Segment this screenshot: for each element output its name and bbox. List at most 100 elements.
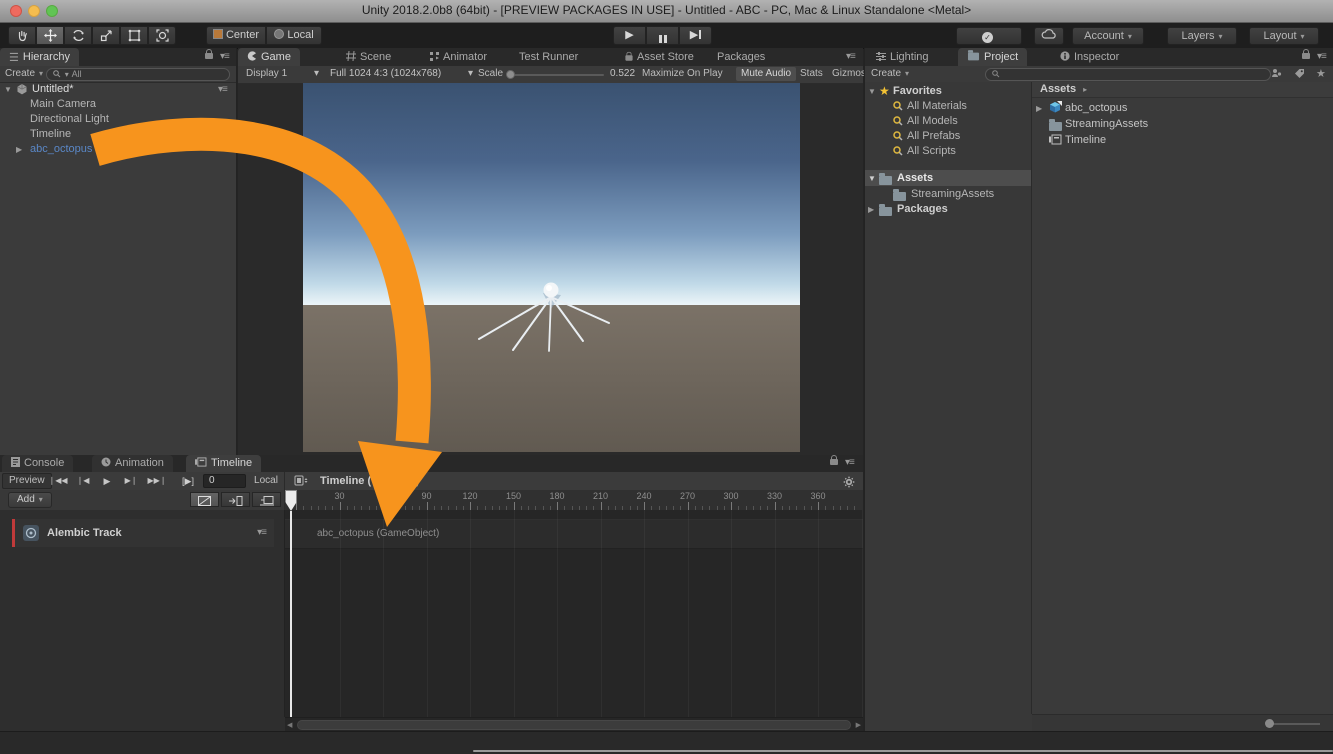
preview-toggle-button[interactable]: Preview	[2, 473, 52, 489]
scene-disclosure-icon[interactable]: ▼	[4, 82, 12, 97]
file-abc-octopus[interactable]: ▶ abc_octopus	[1032, 100, 1333, 116]
project-menu-icon[interactable]: ▾≡	[1317, 51, 1326, 62]
assets-disclosure-icon[interactable]: ▼	[868, 171, 876, 187]
tab-lighting[interactable]: Lighting	[867, 48, 938, 66]
pause-button[interactable]	[646, 26, 679, 45]
replace-mode-button[interactable]	[252, 492, 281, 507]
add-track-button[interactable]: Add▾	[8, 492, 52, 508]
ripple-mode-button[interactable]	[221, 492, 250, 507]
favorite-all-materials[interactable]: All Materials	[865, 99, 1031, 114]
tab-animation[interactable]: Animation	[92, 455, 173, 472]
favorite-all-scripts[interactable]: All Scripts	[865, 144, 1031, 159]
goto-start-button[interactable]: ❘◀◀	[46, 472, 70, 490]
transform-tool-button[interactable]	[148, 26, 176, 45]
layout-dropdown[interactable]: Layout▾	[1249, 27, 1319, 45]
favorite-all-models[interactable]: All Models	[865, 114, 1031, 129]
packages-disclosure-icon[interactable]: ▶	[868, 202, 874, 217]
frame-field[interactable]: 0	[203, 474, 246, 488]
hierarchy-item-main-camera[interactable]: Main Camera	[0, 97, 236, 112]
hand-tool-button[interactable]	[8, 26, 36, 45]
scale-slider-knob[interactable]	[506, 70, 515, 79]
stats-button[interactable]: Stats	[800, 68, 823, 80]
tab-project[interactable]: Project	[958, 48, 1027, 66]
abc-octopus-disclosure-icon[interactable]: ▶	[16, 142, 22, 157]
file-disclosure-icon[interactable]: ▶	[1036, 101, 1042, 117]
favorite-all-prefabs[interactable]: All Prefabs	[865, 129, 1031, 144]
timeline-lane-area[interactable]: abc_octopus (GameObject)	[285, 510, 863, 717]
hierarchy-item-abc-octopus[interactable]: ▶ abc_octopus	[0, 142, 236, 157]
mute-audio-button[interactable]: Mute Audio	[736, 67, 796, 81]
thumbnail-slider-track[interactable]	[1268, 723, 1320, 725]
file-streaming-assets[interactable]: StreamingAssets	[1032, 116, 1333, 132]
maximize-on-play-button[interactable]: Maximize On Play	[642, 68, 723, 80]
rect-tool-button[interactable]	[120, 26, 148, 45]
project-search-input[interactable]	[985, 68, 1271, 81]
game-menu-icon[interactable]: ▾≡	[846, 51, 855, 62]
search-by-label-icon[interactable]	[1294, 68, 1305, 80]
tab-timeline[interactable]: Timeline	[186, 455, 261, 472]
timeline-lock-icon[interactable]	[830, 457, 838, 468]
mix-mode-button[interactable]	[190, 492, 219, 507]
timeline-ruler[interactable]: 306090120150180210240270300330360	[285, 490, 863, 511]
account-dropdown[interactable]: Account▾	[1072, 27, 1144, 45]
play-button[interactable]: ▶	[613, 26, 646, 45]
tab-asset-store[interactable]: Asset Store	[616, 48, 703, 66]
pivot-center-button[interactable]: Center	[206, 26, 266, 45]
timeline-selector-icon[interactable]	[290, 472, 312, 490]
tree-streaming-assets-row[interactable]: StreamingAssets	[865, 187, 1031, 202]
hierarchy-item-directional-light[interactable]: Directional Light	[0, 112, 236, 127]
ref-mode-dropdown[interactable]: Local	[248, 472, 284, 490]
tree-packages-row[interactable]: ▶ Packages	[865, 202, 1031, 217]
goto-end-button[interactable]: ▶▶❘	[144, 472, 170, 490]
next-frame-button[interactable]: ▶❘	[120, 472, 142, 490]
collab-dropdown[interactable]: ✓Collab▾	[956, 27, 1022, 45]
scrollbar-thumb[interactable]	[297, 720, 851, 730]
project-lock-icon[interactable]	[1302, 51, 1310, 62]
pivot-local-button[interactable]: Local	[266, 26, 322, 45]
play-range-button[interactable]: [▶]	[176, 472, 200, 490]
search-by-type-icon[interactable]	[1271, 68, 1282, 80]
step-button[interactable]: ▶	[679, 26, 712, 45]
hierarchy-item-timeline[interactable]: Timeline	[0, 127, 236, 142]
favorites-disclosure-icon[interactable]: ▼	[868, 84, 876, 99]
alembic-track-header[interactable]: Alembic Track ▾≡	[12, 519, 274, 547]
tab-packages[interactable]: Packages	[708, 48, 774, 66]
hierarchy-menu-icon[interactable]: ▾≡	[220, 51, 229, 62]
cloud-button[interactable]	[1034, 27, 1064, 45]
favorites-filter-icon[interactable]: ★	[1316, 68, 1326, 80]
hierarchy-create-button[interactable]: Create▾	[5, 68, 43, 80]
tab-hierarchy[interactable]: ☰Hierarchy	[0, 48, 79, 66]
tab-console[interactable]: Console	[2, 455, 73, 472]
breadcrumb[interactable]: Assets ▸	[1032, 82, 1333, 98]
display-dropdown[interactable]: Display 1	[246, 68, 287, 80]
hierarchy-search-input[interactable]: ▾ All	[46, 68, 230, 81]
scene-menu-icon[interactable]: ▾≡	[218, 82, 227, 97]
tab-game[interactable]: Game	[238, 48, 300, 66]
tab-inspector[interactable]: Inspector	[1051, 48, 1128, 66]
scale-slider-track[interactable]	[510, 74, 604, 76]
thumbnail-slider-knob[interactable]	[1265, 719, 1274, 728]
favorites-row[interactable]: ▼ ★ Favorites	[865, 84, 1031, 99]
scroll-right-icon[interactable]: ▶	[856, 721, 861, 729]
timeline-play-button[interactable]: ▶	[96, 472, 118, 490]
rotate-tool-button[interactable]	[64, 26, 92, 45]
timeline-scrollbar[interactable]: ◀ ▶	[285, 717, 863, 731]
scale-tool-button[interactable]	[92, 26, 120, 45]
tab-animator[interactable]: Animator	[421, 48, 496, 66]
prev-frame-button[interactable]: ❘◀	[72, 472, 94, 490]
timeline-menu-icon[interactable]: ▾≡	[845, 457, 854, 468]
tab-test-runner[interactable]: Test Runner	[510, 48, 587, 66]
scene-row[interactable]: ▼ Untitled* ▾≡	[0, 82, 236, 97]
scroll-left-icon[interactable]: ◀	[287, 721, 292, 729]
track-menu-icon[interactable]: ▾≡	[257, 527, 266, 538]
alembic-track-lane[interactable]: abc_octopus (GameObject)	[285, 519, 863, 549]
project-create-button[interactable]: Create▾	[871, 68, 909, 80]
tree-assets-row-selected[interactable]: ▼ Assets	[865, 170, 1031, 186]
move-tool-button[interactable]	[36, 26, 64, 45]
aspect-dropdown[interactable]: Full 1024 4:3 (1024x768)	[330, 68, 441, 80]
hierarchy-lock-icon[interactable]	[205, 51, 213, 62]
file-timeline[interactable]: Timeline	[1032, 132, 1333, 148]
layers-dropdown[interactable]: Layers▾	[1167, 27, 1237, 45]
timeline-asset-title[interactable]: Timeline (Timeline)	[320, 472, 419, 490]
tab-scene[interactable]: Scene	[337, 48, 400, 66]
